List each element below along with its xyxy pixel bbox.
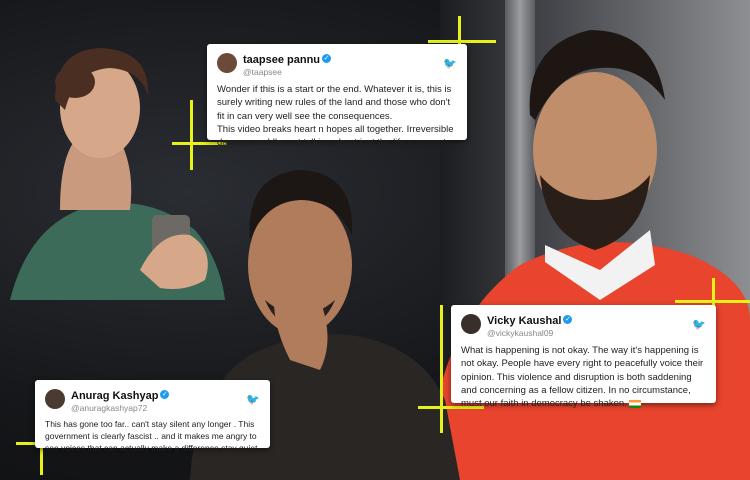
twitter-bird-icon: 🐦 <box>246 393 260 406</box>
avatar <box>45 389 65 410</box>
tweet-handle: @taapsee <box>243 66 282 77</box>
tweet-header: taapsee pannu ✓ @taapsee 🐦 <box>217 50 457 77</box>
taapsee-portrait <box>10 48 225 300</box>
tweet-card-anurag[interactable]: Anurag Kashyap ✓ @anuragkashyap72 🐦 This … <box>35 380 270 465</box>
tweet-handle: @anuragkashyap72 <box>71 402 148 413</box>
tweet-author: taapsee pannu ✓ <box>243 54 332 66</box>
india-flag-icon <box>629 399 642 408</box>
twitter-bird-icon: 🐦 <box>443 57 457 70</box>
tweet-card-taapsee[interactable]: taapsee pannu ✓ @taapsee 🐦 Wonder if this… <box>207 44 467 148</box>
verified-badge-icon: ✓ <box>563 315 573 325</box>
tweet-header: Vicky Kaushal ✓ @vickykaushal09 🐦 <box>461 311 706 338</box>
vicky-portrait <box>430 30 750 480</box>
avatar <box>461 314 481 335</box>
avatar <box>217 53 237 74</box>
tweet-card-vicky[interactable]: Vicky Kaushal ✓ @vickykaushal09 🐦 What is… <box>451 305 716 409</box>
tweet-author: Vicky Kaushal ✓ <box>487 315 573 327</box>
tweet-author: Anurag Kashyap ✓ <box>71 390 170 402</box>
verified-badge-icon: ✓ <box>322 54 332 64</box>
twitter-bird-icon: 🐦 <box>692 318 706 331</box>
tweet-text: What is happening is not okay. The way i… <box>461 344 704 410</box>
tweet-handle: @vickykaushal09 <box>487 327 554 338</box>
verified-badge-icon: ✓ <box>160 390 170 400</box>
collage-image: taapsee pannu ✓ @taapsee 🐦 Wonder if this… <box>0 0 750 480</box>
tweet-text: Wonder if this is a start or the end. Wh… <box>217 83 454 149</box>
tweet-header: Anurag Kashyap ✓ @anuragkashyap72 🐦 <box>45 386 260 413</box>
tweet-text: This has gone too far.. can't stay silen… <box>45 418 258 465</box>
